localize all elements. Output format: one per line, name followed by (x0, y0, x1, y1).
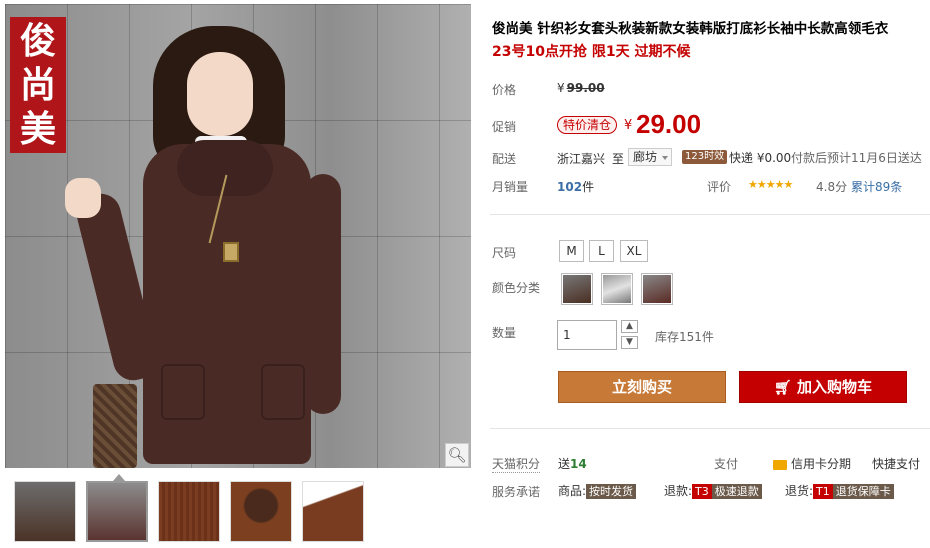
add-to-cart-label: 加入购物车 (797, 378, 873, 396)
service-goods[interactable]: 商品: 按时发货 (558, 482, 637, 499)
currency-symbol: ¥ (624, 118, 633, 133)
thumb-indicator (113, 474, 125, 481)
thumbnail[interactable] (158, 481, 220, 542)
destination-select[interactable]: 廊坊 (628, 148, 672, 166)
size-label: 尺码 (492, 246, 517, 260)
return-guarantee-tag: 退货保障卡 (832, 484, 894, 499)
thumbnail-active[interactable] (86, 481, 148, 542)
thumbnail[interactable] (14, 481, 76, 542)
quantity-up-icon[interactable]: ▲ (621, 320, 638, 333)
clearance-badge: 特价清仓 (557, 116, 618, 134)
divider (490, 214, 930, 215)
color-label: 颜色分类 (492, 281, 541, 295)
quantity-label: 数量 (492, 326, 517, 340)
rating-score: 4.8分 (816, 180, 848, 194)
monthly-sales: 102件 (557, 178, 594, 195)
service-label: 服务承诺 (492, 485, 541, 499)
credit-installment-label: 信用卡分期 (791, 457, 852, 471)
brand-logo: 俊尚美 (10, 17, 66, 153)
ship-from: 浙江嘉兴 (557, 152, 606, 166)
original-price: ¥99.00 (557, 81, 605, 95)
quantity-input[interactable]: 1 (557, 320, 617, 350)
express-fee: 快递 ¥0.00 (729, 151, 792, 165)
points-give: 送 (558, 457, 571, 471)
service-return[interactable]: 退货: T1 退货保障卡 (785, 482, 894, 499)
rating-label: 评价 (707, 180, 732, 194)
promo-price-label: 促销 (492, 120, 517, 134)
thumbnail[interactable] (230, 481, 292, 542)
credit-card-icon (773, 459, 787, 470)
points-value: 送14 (558, 455, 587, 472)
chevron-down-icon (662, 156, 668, 160)
magnifier-icon[interactable]: 🔍︎ (445, 443, 469, 467)
add-to-cart-button[interactable]: 🛒︎ 加入购物车 (739, 371, 907, 403)
delivery-time-badge: 123时效 (682, 150, 728, 164)
divider (490, 428, 930, 429)
thumbnail-strip (14, 481, 364, 542)
return-code-tag: T1 (813, 484, 833, 499)
credit-installment: 信用卡分期 (773, 455, 851, 472)
refund-code-tag: T3 (692, 484, 712, 499)
promo-text: 23号10点开抢 限1天 过期不候 (492, 44, 691, 60)
price-label: 价格 (492, 83, 517, 97)
ontime-ship-tag: 按时发货 (586, 484, 637, 499)
fast-refund-tag: 极速退款 (711, 484, 762, 499)
color-swatch-3[interactable] (641, 273, 673, 305)
size-option-l[interactable]: L (589, 240, 614, 262)
sales-count: 102 (557, 180, 583, 194)
monthly-sales-label: 月销量 (492, 180, 529, 194)
express-pay: 快捷支付 (872, 457, 921, 471)
delivery-eta: 付款后预计11月6日送达 (791, 151, 922, 165)
size-option-m[interactable]: M (559, 240, 584, 262)
refund-label: 退款: (664, 484, 693, 498)
color-swatch-2[interactable] (601, 273, 633, 305)
original-price-value: 99.00 (566, 81, 605, 95)
cart-icon: 🛒︎ (773, 380, 792, 396)
service-refund[interactable]: 退款: T3 极速退款 (664, 482, 762, 499)
review-count-link[interactable]: 累计89条 (851, 178, 902, 195)
buy-now-button[interactable]: 立刻购买 (558, 371, 726, 403)
thumbnail[interactable] (302, 481, 364, 542)
color-swatch-1[interactable] (561, 273, 593, 305)
quantity-down-icon[interactable]: ▼ (621, 336, 638, 349)
stock-text: 库存151件 (655, 330, 714, 344)
destination-value: 廊坊 (633, 150, 658, 164)
size-option-xl[interactable]: XL (620, 240, 648, 262)
product-main-image[interactable]: 俊尚美 (5, 4, 471, 468)
sales-unit: 件 (582, 180, 595, 194)
payment-label: 支付 (714, 457, 739, 471)
points-number: 14 (570, 457, 587, 471)
sale-price: 29.00 (636, 109, 702, 139)
currency-symbol: ¥ (557, 81, 565, 95)
product-title: 俊尚美 针织衫女套头秋装新款女装韩版打底衫长袖中长款高领毛衣 (492, 21, 889, 37)
shipping-label: 配送 (492, 152, 517, 166)
goods-label: 商品: (558, 484, 587, 498)
ship-to-word: 至 (612, 152, 625, 166)
model-figure (65, 24, 355, 468)
return-label: 退货: (785, 484, 814, 498)
star-rating-icon: ★★★★★ (748, 178, 793, 191)
points-label[interactable]: 天猫积分 (492, 455, 541, 473)
